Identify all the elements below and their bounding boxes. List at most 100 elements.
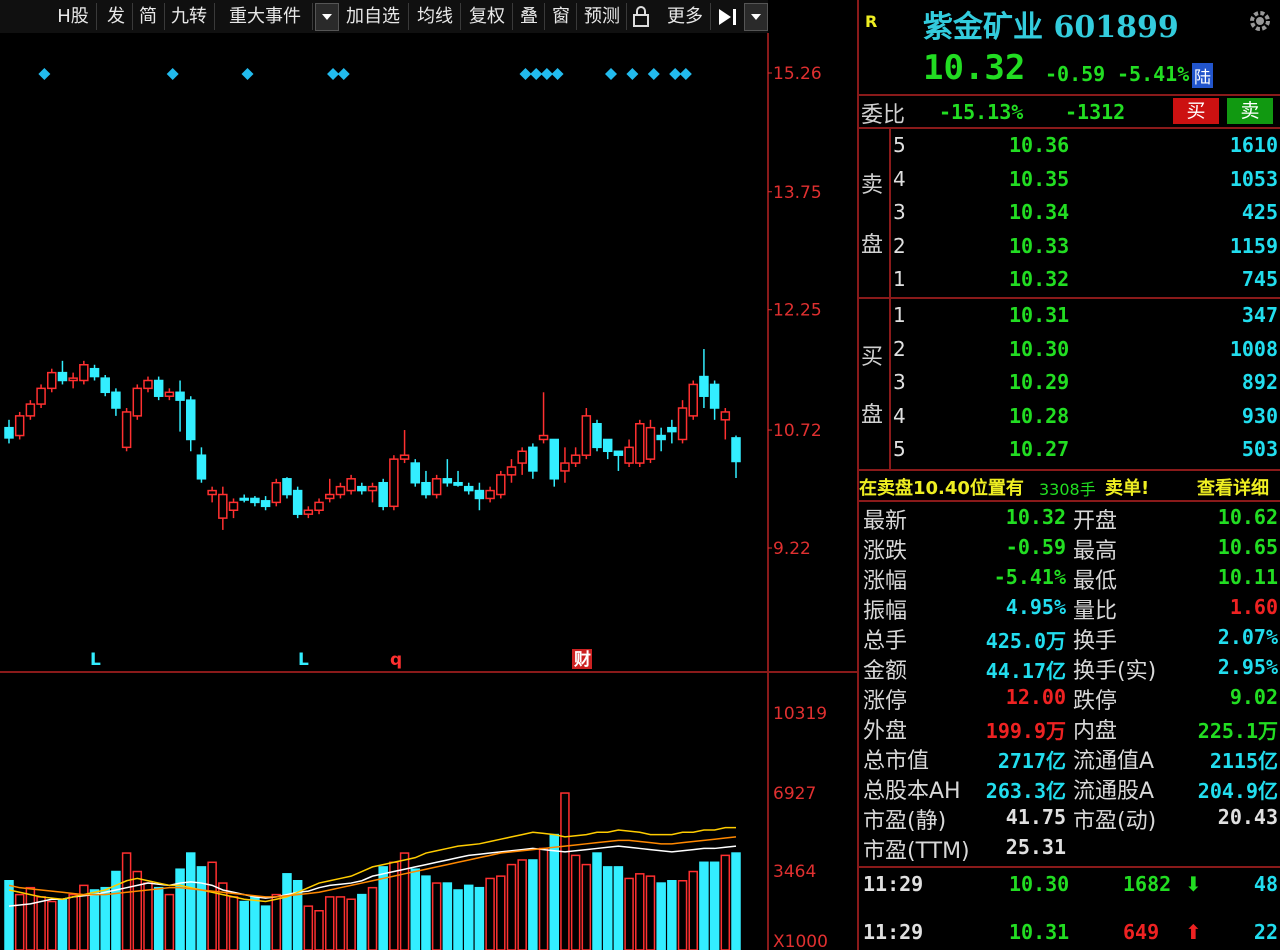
order-book-row[interactable]: 3 10.29 892 [859,366,1280,399]
candle-body [100,377,110,394]
view-details-link[interactable]: 查看详细 [1197,474,1269,500]
order-price: 10.27 [1009,437,1070,462]
order-price: 10.29 [1009,370,1070,395]
stat-label: 总手 [863,629,908,654]
stat-label: 涨跌 [863,539,908,564]
candle-body [121,411,132,449]
toolbar-button[interactable]: H股 [50,3,97,30]
candle-body [442,478,453,484]
volume-bar [153,886,164,950]
expand-right-icon[interactable] [716,5,742,29]
toolbar-button[interactable]: 窗 [546,3,577,30]
toolbar-button[interactable]: 九转 [164,3,215,30]
order-book-row[interactable]: 5 10.27 503 [859,433,1280,466]
candle-body [731,437,741,463]
toolbar-button[interactable]: 叠 [514,3,545,30]
volume-axis-tick: X1000 [773,932,828,950]
order-book-row[interactable]: 2 10.30 1008 [859,333,1280,366]
candle-body [175,391,185,401]
order-level: 1 [893,267,906,292]
price-axis-tick: 13.75 [773,183,822,203]
weibi-pct: -15.13% [939,100,1024,124]
candle-body [207,489,217,496]
signal-marker[interactable]: q [390,650,402,670]
order-book-row[interactable]: 4 10.28 930 [859,400,1280,433]
lock-icon[interactable] [630,5,652,29]
price-axis-tick: 12.25 [773,301,822,321]
signal-marker[interactable]: 财 [573,649,591,670]
candle-body [228,501,239,512]
candle-body [153,379,164,397]
candle-body [111,391,121,409]
candle-body [645,426,656,460]
stat-value: 25.31 [1005,835,1066,859]
candle-body [688,383,698,417]
order-level: 5 [893,437,906,462]
stat-value: 199.9万 [985,719,1066,743]
stat-value: 225.1万 [1197,719,1278,743]
toolbar-button[interactable]: 预测 [578,3,627,30]
order-book-row[interactable]: 5 10.36 1610 [859,129,1280,162]
volume-bar [453,889,463,950]
volume-bar [186,852,196,950]
stat-label: 市盈(TTM) [863,839,970,864]
order-book-row[interactable]: 3 10.34 425 [859,196,1280,229]
order-price: 10.34 [1009,200,1070,225]
toolbar-button[interactable]: 均线 [410,3,461,30]
order-price: 10.33 [1009,233,1070,258]
order-book-row[interactable]: 1 10.32 745 [859,263,1280,296]
signal-marker[interactable]: L [298,650,309,670]
market-tag: 陆 [1192,63,1213,88]
candle-body [421,481,431,496]
order-volume: 503 [1241,437,1278,462]
price-axis: 15.26 13.75 12.25 10.72 9.22 [768,64,822,559]
candle-body [239,497,249,501]
order-book-row[interactable]: 2 10.33 1159 [859,230,1280,263]
stat-label: 最低 [1073,569,1118,594]
volume-bar [709,861,720,950]
stat-value: 10.62 [1217,505,1278,529]
candle-body [378,481,388,508]
events-dropdown-button[interactable] [315,3,339,31]
stat-value: 2717亿 [997,749,1066,773]
toolbar-button[interactable]: 发 [100,3,133,30]
stats-row: 外盘 199.9万 内盘 225.1万 [859,713,1280,744]
stat-label: 涨停 [863,689,908,714]
order-book-row[interactable]: 1 10.31 347 [859,299,1280,332]
buy-button[interactable]: 买 [1173,98,1219,124]
toolbar-button[interactable]: 加自选 [338,3,409,30]
kline-chart[interactable]: 15.26 13.75 12.25 10.72 9.22 10319 6927 3464 X1… [0,33,857,950]
candle-body [367,485,378,492]
stat-value: 10.32 [1005,505,1066,529]
toolbar-button[interactable]: 重大事件 [218,3,313,30]
order-notice[interactable]: 在卖盘10.40位置有 3308手 卖单! 查看详细 [859,472,1280,500]
toolbar-button[interactable]: 简 [132,3,165,30]
tick-price: 10.30 [1009,872,1070,896]
stat-value: 2.07% [1217,625,1278,649]
stat-label: 跌停 [1073,689,1118,714]
stat-value: 12.00 [1005,685,1066,709]
stat-label: 最高 [1073,539,1118,564]
stat-value: 4.95% [1005,595,1066,619]
gear-icon[interactable] [1247,8,1273,34]
stat-label: 开盘 [1073,509,1118,534]
volume-bar [667,880,677,950]
more-dropdown-button[interactable] [744,3,768,31]
toolbar-button[interactable]: 复权 [462,3,513,30]
stat-label: 内盘 [1073,719,1118,744]
candle-body [485,489,495,500]
stat-label: 市盈(动) [1073,809,1157,834]
candle-body [314,501,324,512]
order-book-row[interactable]: 4 10.35 1053 [859,163,1280,196]
toolbar-button[interactable]: 更多 [660,3,711,30]
candle-body [196,454,207,480]
order-volume: 1610 [1229,133,1278,157]
candle-body [68,377,78,382]
stat-label: 换手(实) [1073,659,1157,684]
volume-bar [196,866,207,950]
volume-bar [57,898,68,950]
signal-marker[interactable]: L [90,650,101,670]
sell-button[interactable]: 卖 [1227,98,1273,124]
stat-value: 10.65 [1217,535,1278,559]
price-axis-tick: 10.72 [773,421,822,441]
